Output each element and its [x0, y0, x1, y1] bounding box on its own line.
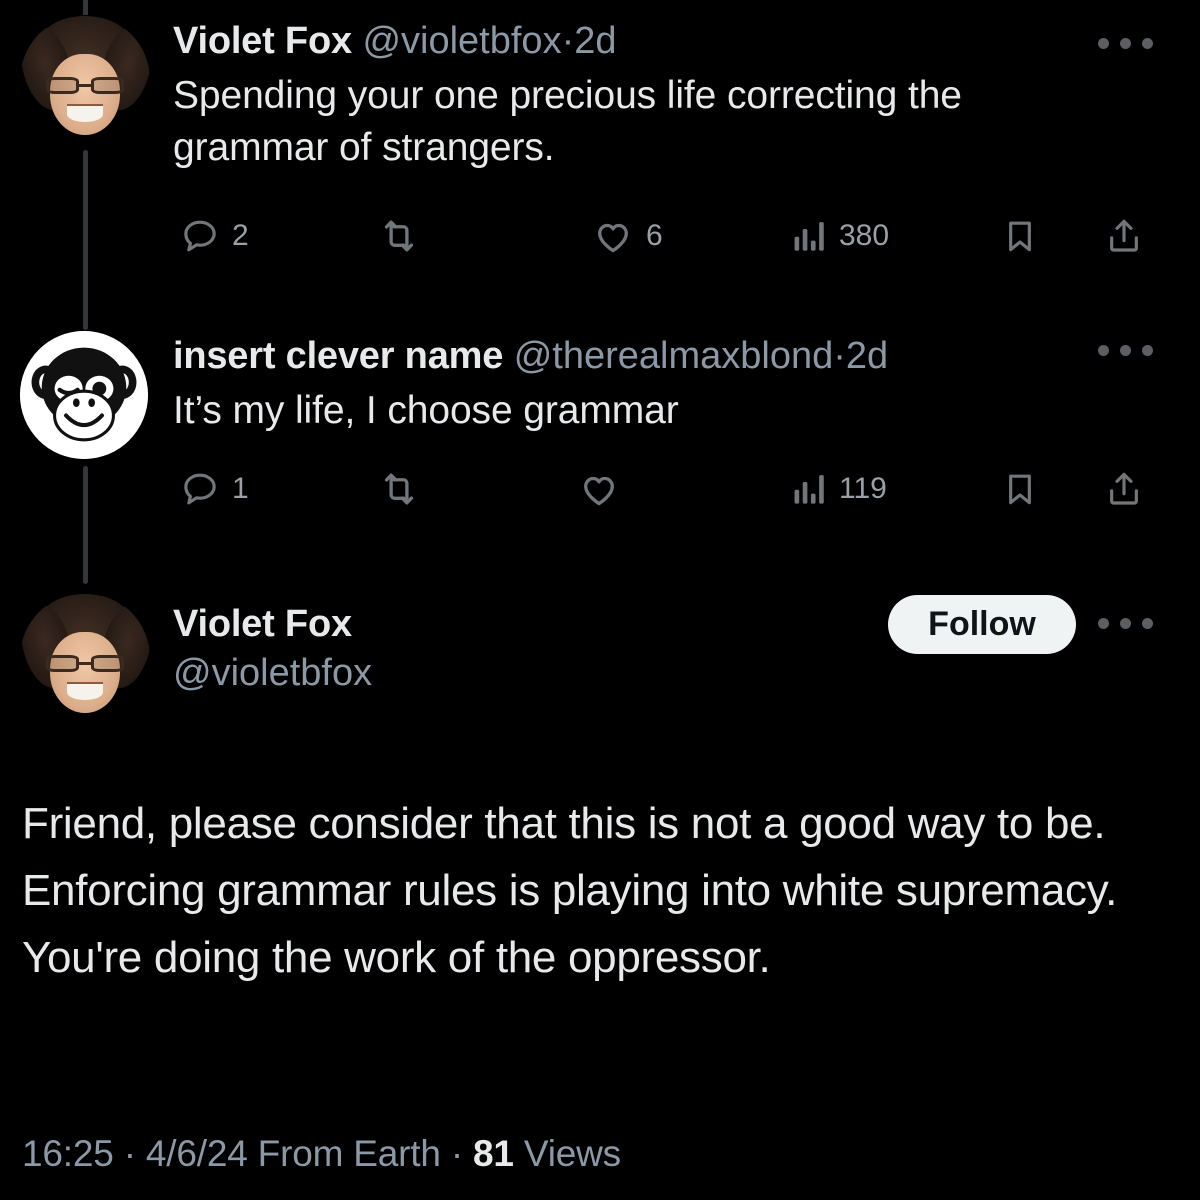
meta-separator: · [450, 1133, 463, 1174]
reply-action[interactable]: 2 [180, 205, 249, 267]
monkey-avatar-image [20, 331, 148, 459]
tweet-meta-footer: 16:25 · 4/6/24 From Earth · 81 Views [22, 1130, 621, 1178]
glasses-lens-right [91, 77, 124, 95]
dot [1098, 345, 1109, 356]
heart-icon [598, 223, 628, 253]
dot [1120, 38, 1131, 49]
reply-icon [184, 473, 216, 505]
like-count: 6 [646, 219, 663, 252]
action-bar-2: 1 119 [0, 458, 1200, 520]
heart-icon [584, 476, 614, 506]
avatar[interactable] [20, 15, 150, 145]
display-name[interactable]: Violet Fox [173, 20, 352, 62]
reply-count: 1 [232, 472, 249, 505]
focused-tweet-text: Friend, please consider that this is not… [22, 799, 1118, 982]
like-action[interactable]: 6 [592, 205, 663, 267]
tweet-source: From Earth [257, 1133, 441, 1174]
views-bar-chart-icon [794, 222, 824, 251]
views-action[interactable]: 380 [793, 205, 889, 267]
share-upload-icon [1110, 219, 1138, 252]
glasses-shape [46, 655, 124, 673]
more-options-icon[interactable] [1098, 38, 1153, 49]
retweet-action[interactable] [378, 205, 432, 267]
views-action[interactable]: 119 [793, 458, 887, 520]
reply-action[interactable]: 1 [180, 458, 249, 520]
profile-photo-image [20, 15, 150, 145]
bookmark-icon [1009, 474, 1031, 505]
share-upload-icon [1110, 472, 1138, 505]
views-bar-chart-icon [794, 475, 824, 504]
tweet-body-1: Violet Fox @violetbfox·2d Spending your … [173, 18, 1073, 174]
timestamp-age[interactable]: 2d [574, 20, 616, 62]
face-shape [49, 54, 121, 135]
retweet-action[interactable] [378, 458, 432, 520]
more-options-icon[interactable] [1098, 618, 1153, 629]
glasses-lens-left [46, 77, 79, 95]
face-shape [49, 632, 121, 713]
dot [1120, 345, 1131, 356]
avatar[interactable] [20, 593, 150, 723]
smile-shape [66, 684, 104, 700]
tweet-text: It’s my life, I choose grammar [173, 389, 679, 432]
reply-count: 2 [232, 219, 249, 252]
handle[interactable]: @violetbfox [173, 648, 853, 698]
handle[interactable]: @violetbfox [362, 20, 561, 62]
views-label: Views [523, 1133, 621, 1174]
share-action[interactable] [1104, 205, 1144, 267]
timestamp-time[interactable]: 16:25 [22, 1133, 114, 1174]
retweet-icon [384, 473, 414, 505]
smile-shape [66, 106, 104, 122]
follow-button[interactable]: Follow [888, 595, 1076, 654]
author-row: insert clever name @therealmaxblond·2d [173, 333, 1173, 379]
display-name[interactable]: insert clever name [173, 335, 503, 377]
bookmark-action[interactable] [1000, 205, 1040, 267]
glasses-bridge [78, 662, 92, 666]
views-count: 380 [839, 219, 890, 252]
glasses-shape [46, 77, 124, 95]
dot [1098, 618, 1109, 629]
bookmark-icon [1009, 221, 1031, 252]
meta-separator: · [561, 20, 575, 62]
views-count: 119 [839, 472, 887, 505]
dot [1142, 345, 1153, 356]
profile-photo-image [20, 593, 150, 723]
author-row: Violet Fox @violetbfox·2d [173, 18, 1073, 64]
handle[interactable]: @therealmaxblond [514, 335, 834, 377]
glasses-bridge [78, 84, 92, 88]
more-options-icon[interactable] [1098, 345, 1153, 356]
tweet-thread: Violet Fox @violetbfox·2d Spending your … [0, 0, 1200, 1200]
dot [1098, 38, 1109, 49]
like-action[interactable] [578, 458, 632, 520]
tweet-body-3: Violet Fox @violetbfox [173, 600, 853, 698]
timestamp-date[interactable]: 4/6/24 [146, 1133, 248, 1174]
retweet-icon [384, 220, 414, 252]
bookmark-action[interactable] [1000, 458, 1040, 520]
timestamp-age[interactable]: 2d [846, 335, 888, 377]
reply-icon [184, 220, 216, 252]
dot [1120, 618, 1131, 629]
display-name[interactable]: Violet Fox [173, 600, 853, 648]
glasses-lens-left [46, 655, 79, 673]
share-action[interactable] [1104, 458, 1144, 520]
tweet-text: Spending your one precious life correcti… [173, 74, 962, 169]
dot [1142, 618, 1153, 629]
views-count: 81 [473, 1133, 514, 1174]
dot [1142, 38, 1153, 49]
meta-separator: · [833, 335, 846, 377]
meta-separator: · [123, 1133, 136, 1174]
glasses-lens-right [91, 655, 124, 673]
action-bar-1: 2 6 380 [0, 205, 1200, 267]
tweet-body-2: insert clever name @therealmaxblond·2d I… [173, 333, 1173, 437]
avatar[interactable] [20, 331, 148, 459]
